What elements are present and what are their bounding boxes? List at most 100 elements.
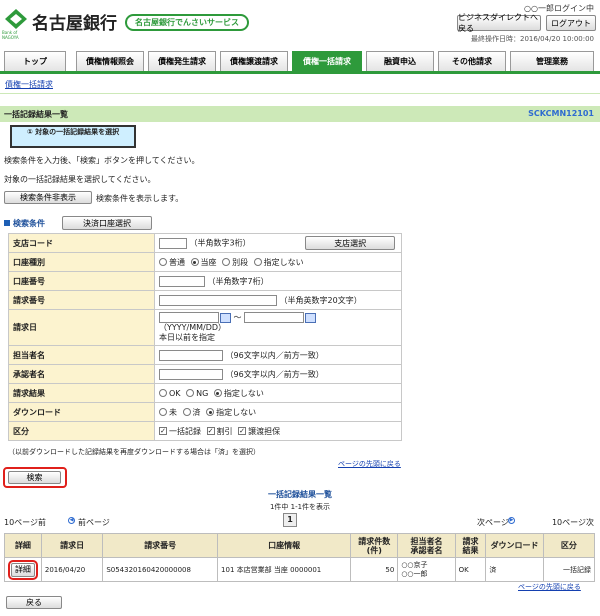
category-check-collateral[interactable]: ✓ — [238, 427, 247, 435]
account-type-radio-special[interactable] — [222, 258, 231, 266]
account-type-row: 口座種別 普通 当座 別段 指定しない — [8, 252, 402, 272]
col-result: 請求 結果 — [454, 533, 487, 558]
download-label: ダウンロード — [8, 402, 155, 422]
results-title: 一括記録結果一覧 — [268, 490, 332, 499]
result-radio-ng[interactable] — [186, 389, 195, 397]
date-separator: ～ — [233, 313, 242, 322]
next-page-icon: ▶ — [508, 517, 515, 524]
subnav-bulk-request-link[interactable]: 債権一括請求 — [5, 79, 53, 90]
approver-input[interactable] — [159, 368, 223, 380]
account-no-hint: （半角数字7桁） — [207, 276, 269, 286]
next10-pages: 10ページ次 — [551, 518, 594, 527]
tab-credit-transfer[interactable]: 債権譲渡請求 — [220, 51, 288, 71]
request-no-hint: （半角英数字20文字） — [279, 295, 362, 305]
branch-code-input[interactable] — [159, 237, 187, 249]
person-label: 担当者名 — [8, 345, 155, 365]
request-no-input[interactable] — [159, 294, 277, 306]
download-radio-none[interactable] — [206, 408, 215, 416]
approver-row: 承認者名 （96文字以内／前方一致） — [8, 364, 402, 384]
toggle-search-conditions-button[interactable]: 検索条件非表示 — [4, 191, 92, 204]
results-header-row: 詳細 請求日 請求番号 口座情報 請求件数 (件) 担当者名 承認者名 請求 結果 ダ… — [4, 533, 596, 558]
detail-button[interactable]: 詳細 — [7, 559, 38, 580]
results-page-top-link[interactable]: ページの先頭に戻る — [518, 582, 581, 592]
date-format-hint: （YYYY/MM/DD） — [159, 323, 227, 332]
tab-other-request[interactable]: その他請求 — [438, 51, 506, 71]
instruction-search: 検索条件を入力後、「検索」ボタンを押してください。 — [4, 156, 200, 165]
logout-button[interactable]: ログアウト — [546, 15, 596, 31]
result-radio-ok[interactable] — [159, 389, 167, 397]
person-hint: （96文字以内／前方一致） — [225, 350, 324, 360]
back-button[interactable]: 戻る — [6, 596, 62, 609]
calendar-from-icon[interactable] — [220, 312, 231, 323]
col-detail: 詳細 — [4, 533, 42, 558]
row-account: 101 本店営業部 当座 0000001 — [217, 557, 352, 582]
category-label: 区分 — [8, 421, 155, 441]
request-date-to-input[interactable] — [244, 312, 305, 323]
table-row: 詳細 2016/04/20 S054320160420000008 101 本店… — [4, 557, 596, 582]
prev-page-icon: ◀ — [68, 517, 75, 524]
col-download: ダウンロード — [485, 533, 544, 558]
download-radio-done[interactable] — [182, 408, 191, 416]
person-input[interactable] — [159, 349, 223, 361]
tab-loan-application[interactable]: 融資申込 — [366, 51, 434, 71]
branch-row: 支店コード （半角数字3桁） 支店選択 — [8, 233, 402, 253]
approver-label: 承認者名 — [8, 364, 155, 384]
row-download: 済 — [485, 557, 544, 582]
logo-sub: Bank of NAGOYA — [2, 30, 19, 40]
col-number: 請求番号 — [102, 533, 219, 558]
request-date-from-input[interactable] — [159, 312, 219, 323]
account-type-radio-current[interactable] — [190, 258, 199, 266]
bank-name: 名古屋銀行 — [32, 14, 117, 34]
tab-bulk-request[interactable]: 債権一括請求 — [292, 51, 362, 71]
account-type-label: 口座種別 — [8, 252, 155, 272]
next-page: 次ページ — [477, 518, 509, 527]
account-no-row: 口座番号 （半角数字7桁） — [8, 271, 402, 291]
branch-select-button[interactable]: 支店選択 — [305, 236, 396, 250]
bank-logo — [4, 8, 28, 30]
service-name: 名古屋銀行でんさいサービス — [125, 14, 249, 31]
page-title: 一括記録結果一覧 — [4, 110, 68, 119]
business-direct-back-button[interactable]: ビジネスダイレクトへ戻る — [457, 13, 541, 33]
result-label: 請求結果 — [8, 383, 155, 403]
download-row: ダウンロード 未 済 指定しない — [8, 402, 402, 422]
calendar-to-icon[interactable] — [305, 312, 317, 323]
row-count: 50 — [350, 557, 399, 582]
row-date: 2016/04/20 — [40, 557, 104, 582]
search-page-top-link[interactable]: ページの先頭に戻る — [338, 459, 401, 469]
search-button[interactable]: 検索 — [8, 471, 61, 484]
branch-hint: （半角数字3桁） — [189, 238, 251, 248]
search-conditions-table: 支店コード （半角数字3桁） 支店選択 口座種別 普通 当座 別段 指定しない … — [8, 233, 402, 441]
subnav-bar — [0, 74, 600, 94]
page-number: 1 — [283, 513, 297, 527]
tab-credit-inquiry[interactable]: 債権情報照会 — [76, 51, 144, 71]
last-operation-time: 最終操作日時：2016/04/20 10:00:00 — [470, 35, 594, 43]
request-no-row: 請求番号 （半角英数字20文字） — [8, 290, 402, 310]
account-type-radio-normal[interactable] — [159, 258, 167, 266]
download-radio-not-yet[interactable] — [159, 408, 167, 416]
bank-logo-icon — [5, 9, 27, 29]
result-radio-none[interactable] — [213, 389, 222, 397]
account-type-radio-none[interactable] — [253, 258, 262, 266]
tab-credit-issue[interactable]: 債権発生請求 — [148, 51, 216, 71]
approver-hint: （96文字以内／前方一致） — [225, 369, 324, 379]
branch-label: 支店コード — [8, 233, 155, 253]
account-no-input[interactable] — [159, 275, 205, 287]
category-check-bulk[interactable]: ✓ — [159, 427, 167, 435]
tab-management[interactable]: 管理業務 — [510, 51, 594, 71]
account-select-button[interactable]: 決済口座選択 — [62, 216, 152, 230]
prev10-pages: 10ページ前 — [4, 518, 47, 527]
row-person: ○○京子 — [401, 560, 428, 569]
category-check-discount[interactable]: ✓ — [206, 427, 215, 435]
result-row: 請求結果 OK NG 指定しない — [8, 383, 402, 403]
prev-page: 前ページ — [78, 518, 110, 527]
screen-id: SCKCMN12101 — [528, 109, 594, 118]
col-date: 請求日 — [40, 533, 104, 558]
row-approver: ○○一郎 — [401, 569, 428, 578]
person-row: 担当者名 （96文字以内／前方一致） — [8, 345, 402, 365]
request-date-row: 請求日 ～ （YYYY/MM/DD） 本日以前を指定 — [8, 309, 402, 346]
col-person: 担当者名 承認者名 — [397, 533, 456, 558]
tab-top[interactable]: トップ — [4, 51, 66, 71]
page-title-bar — [0, 106, 600, 122]
date-note: 本日以前を指定 — [159, 333, 215, 342]
toggle-search-description: 検索条件を表示します。 — [96, 194, 184, 203]
